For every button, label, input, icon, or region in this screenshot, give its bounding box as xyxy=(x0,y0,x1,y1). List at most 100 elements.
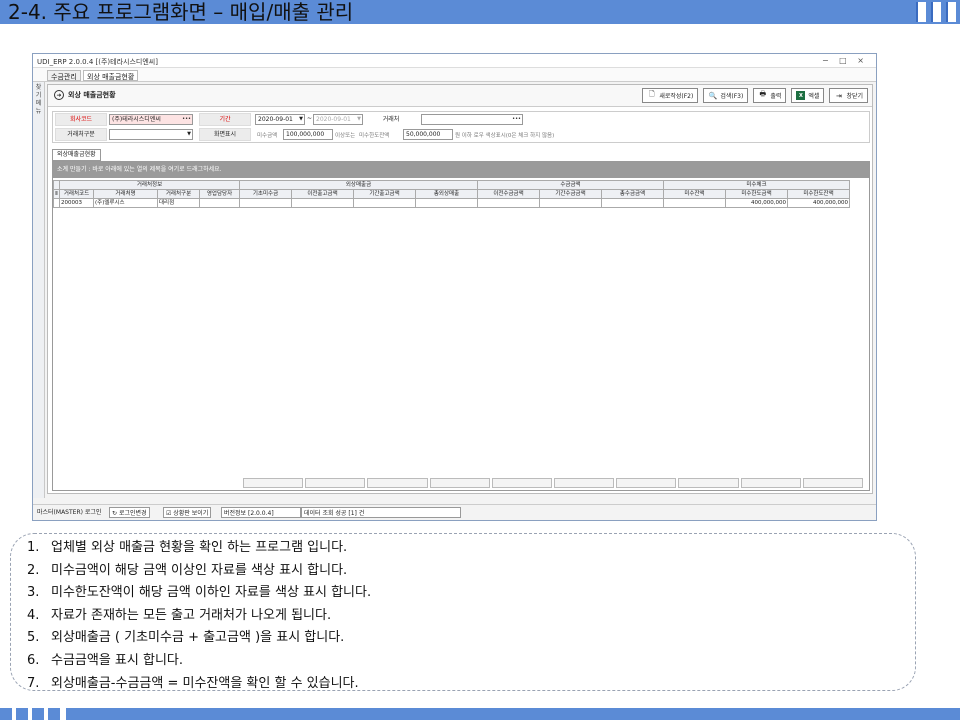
erp-window: UDI_ERP 2.0.0.4 [(주)테라시스디엔씨] − □ × 즐 겨 찾… xyxy=(32,53,877,521)
page-title: 외상 매출금현황 xyxy=(68,91,116,99)
column-header-row: Ⅱ 거래처코드 거래처명 거래처구분 영업담당자 기초미수금 이전출고금액 기간… xyxy=(53,189,850,199)
table-row[interactable]: 200003 (주)엘루시스 대리점 400,000,000 400,000,0… xyxy=(53,198,850,208)
ellipsis-icon[interactable]: ••• xyxy=(512,115,521,124)
toolbar: ➜ 외상 매출금현황 🗋 새로작성(F2) 🔍 검색(F3) 🖶 출력 X 엑셀 ⇥ 창닫… xyxy=(48,85,872,107)
side-label: 메 xyxy=(35,100,42,107)
search-icon: 🔍 xyxy=(708,91,718,100)
credit-limit-label: 미수한도잔액 xyxy=(359,133,390,139)
slide-footer xyxy=(0,708,960,720)
print-button[interactable]: 🖶 출력 xyxy=(753,88,787,103)
side-label: 찾 xyxy=(35,84,42,91)
column-header[interactable]: 이전출고금액 xyxy=(291,189,354,199)
note-item: 7. 외상매출금-수금금액 = 미수잔액을 확인 할 수 있습니다. xyxy=(27,675,359,691)
column-header[interactable]: 기초미수금 xyxy=(239,189,292,199)
group-panel-hint[interactable]: 소계 만들기 : 바로 아래에 있는 열의 제목을 여기로 드래그하세요. xyxy=(53,162,869,178)
filter-row-2: 거래처구분 ▼ 화면표시 미수금액 100,000,000 이상또는 미수한도잔… xyxy=(53,128,869,143)
filter-row-1: 회사코드 (주)테라시스디엔씨 ••• 기간 2020-09-01 ▼ ~ 2020… xyxy=(53,113,869,128)
tab-receivables-grid[interactable]: 외상매출금현황 xyxy=(52,149,101,161)
table-cell[interactable] xyxy=(601,198,664,208)
column-header[interactable]: 미수잔액 xyxy=(663,189,726,199)
credit-limit-suffix: 원 이하 로우 색상표시(0은 체크 하지 않음) xyxy=(455,133,555,139)
group-header-collections: 수금금액 xyxy=(477,180,664,190)
status-message: 데이터 조회 성공 [1] 건 xyxy=(301,507,461,518)
column-header[interactable]: 이전수금금액 xyxy=(477,189,540,199)
calendar-dropdown-icon[interactable]: ▼ xyxy=(357,115,361,124)
note-item: 2. 미수금액이 해당 금액 이상인 자료를 색상 표시 합니다. xyxy=(27,562,348,578)
chevron-down-icon[interactable]: ▼ xyxy=(187,130,191,139)
window-titlebar: UDI_ERP 2.0.0.4 [(주)테라시스디엔씨] − □ × xyxy=(33,54,876,68)
tab-collection-management[interactable]: 수금관리 xyxy=(47,70,81,81)
table-cell[interactable]: 400,000,000 xyxy=(725,198,788,208)
group-header-row: 거래처정보 외상매출금 수금금액 미수체크 xyxy=(53,180,850,190)
group-header-unpaid-check: 미수체크 xyxy=(663,180,850,190)
vendor-type-select[interactable]: ▼ xyxy=(109,129,193,140)
main-content: ➜ 외상 매출금현황 🗋 새로작성(F2) 🔍 검색(F3) 🖶 출력 X 엑셀 ⇥ 창닫… xyxy=(47,84,873,494)
favorites-side-strip[interactable]: 즐 겨 찾 기 메 뉴 xyxy=(33,68,45,498)
header-decoration xyxy=(916,2,956,22)
column-header[interactable]: 기간출고금액 xyxy=(353,189,416,199)
table-cell[interactable] xyxy=(663,198,726,208)
new-button[interactable]: 🗋 새로작성(F2) xyxy=(642,88,699,103)
column-header[interactable]: 거래처구분 xyxy=(157,189,200,199)
table-cell[interactable]: (주)엘루시스 xyxy=(93,198,158,208)
company-code-field[interactable]: (주)테라시스디엔씨 ••• xyxy=(109,114,193,125)
exit-icon: ⇥ xyxy=(836,91,842,100)
table-cell[interactable] xyxy=(291,198,354,208)
grid-tab-bar: 외상매출금현황 xyxy=(52,149,870,161)
grid-area: 소계 만들기 : 바로 아래에 있는 열의 제목을 여기로 드래그하세요. 거래… xyxy=(52,161,870,491)
search-button[interactable]: 🔍 검색(F3) xyxy=(703,88,749,103)
close-window-button[interactable]: ⇥ 창닫기 xyxy=(829,88,868,103)
toolbar-buttons: 🗋 새로작성(F2) 🔍 검색(F3) 🖶 출력 X 엑셀 ⇥ 창닫기 xyxy=(642,88,868,103)
date-to-field[interactable]: 2020-09-01 ▼ xyxy=(313,114,363,125)
column-header[interactable]: 총외상매출 xyxy=(415,189,478,199)
calendar-dropdown-icon[interactable]: ▼ xyxy=(299,115,303,124)
credit-limit-input[interactable]: 50,000,000 xyxy=(403,129,453,140)
column-header[interactable]: 미수한도잔액 xyxy=(787,189,850,199)
date-from-field[interactable]: 2020-09-01 ▼ xyxy=(255,114,305,125)
printer-icon: 🖶 xyxy=(759,90,767,98)
ellipsis-icon[interactable]: ••• xyxy=(182,115,191,124)
column-header[interactable]: 영업담당자 xyxy=(199,189,240,199)
note-item: 1. 업체별 외상 매출금 현황을 확인 하는 프로그램 입니다. xyxy=(27,540,348,555)
excel-icon: X xyxy=(796,91,806,100)
vendor-type-label: 거래처구분 xyxy=(55,128,107,141)
column-header[interactable]: 기간수금금액 xyxy=(539,189,602,199)
date-separator: ~ xyxy=(307,115,313,122)
column-header[interactable]: 거래처명 xyxy=(93,189,158,199)
table-cell[interactable] xyxy=(477,198,540,208)
tab-receivables-status[interactable]: 외상 매출금현황 xyxy=(83,70,139,81)
column-header[interactable]: 거래처코드 xyxy=(59,189,94,199)
side-label: 기 xyxy=(35,92,42,99)
new-doc-icon: 🗋 xyxy=(648,90,655,98)
menu-tab-bar: 수금관리 외상 매출금현황 xyxy=(33,68,876,82)
company-code-label: 회사코드 xyxy=(55,113,107,126)
arrow-right-circle-icon: ➜ xyxy=(54,90,64,100)
status-user: 마스터(MASTER) 로그인 xyxy=(37,509,102,516)
table-cell[interactable] xyxy=(415,198,478,208)
table-cell[interactable] xyxy=(353,198,416,208)
column-header[interactable]: 총수금금액 xyxy=(601,189,664,199)
column-header[interactable]: 미수한도금액 xyxy=(725,189,788,199)
table-cell[interactable] xyxy=(539,198,602,208)
vendor-field[interactable]: ••• xyxy=(421,114,523,125)
show-status-checkbox[interactable]: ☑ 상황판 보이기 xyxy=(163,507,212,518)
table-cell[interactable] xyxy=(239,198,292,208)
table-cell[interactable] xyxy=(199,198,240,208)
note-item: 5. 외상매출금 ( 기초미수금 + 출고금액 )을 표시 합니다. xyxy=(27,630,345,646)
login-change-button[interactable]: ↻ 로그인변경 xyxy=(109,507,150,518)
note-item: 6. 수금금액을 표시 합니다. xyxy=(27,652,183,668)
slide-title: 2-4. 주요 프로그램화면 – 매입/매출 관리 xyxy=(8,0,354,24)
table-cell[interactable]: 400,000,000 xyxy=(787,198,850,208)
filter-panel: 회사코드 (주)테라시스디엔씨 ••• 기간 2020-09-01 ▼ ~ 2020… xyxy=(52,111,870,143)
status-bar: 마스터(MASTER) 로그인 ↻ 로그인변경 ☑ 상황판 보이기 버전정보 [… xyxy=(33,504,876,520)
group-header-vendor-info: 거래처정보 xyxy=(59,180,240,190)
vendor-label: 거래처 xyxy=(382,116,400,123)
window-controls[interactable]: − □ × xyxy=(822,56,868,65)
table-cell[interactable]: 대리점 xyxy=(157,198,200,208)
unpaid-amount-input[interactable]: 100,000,000 xyxy=(283,129,333,140)
group-header-receivables: 외상매출금 xyxy=(239,180,478,190)
note-item: 3. 미수한도잔액이 해당 금액 이하인 자료를 색상 표시 합니다. xyxy=(27,585,372,601)
refresh-icon: ↻ xyxy=(112,510,119,517)
table-cell[interactable]: 200003 xyxy=(59,198,94,208)
excel-button[interactable]: X 엑셀 xyxy=(791,88,825,103)
